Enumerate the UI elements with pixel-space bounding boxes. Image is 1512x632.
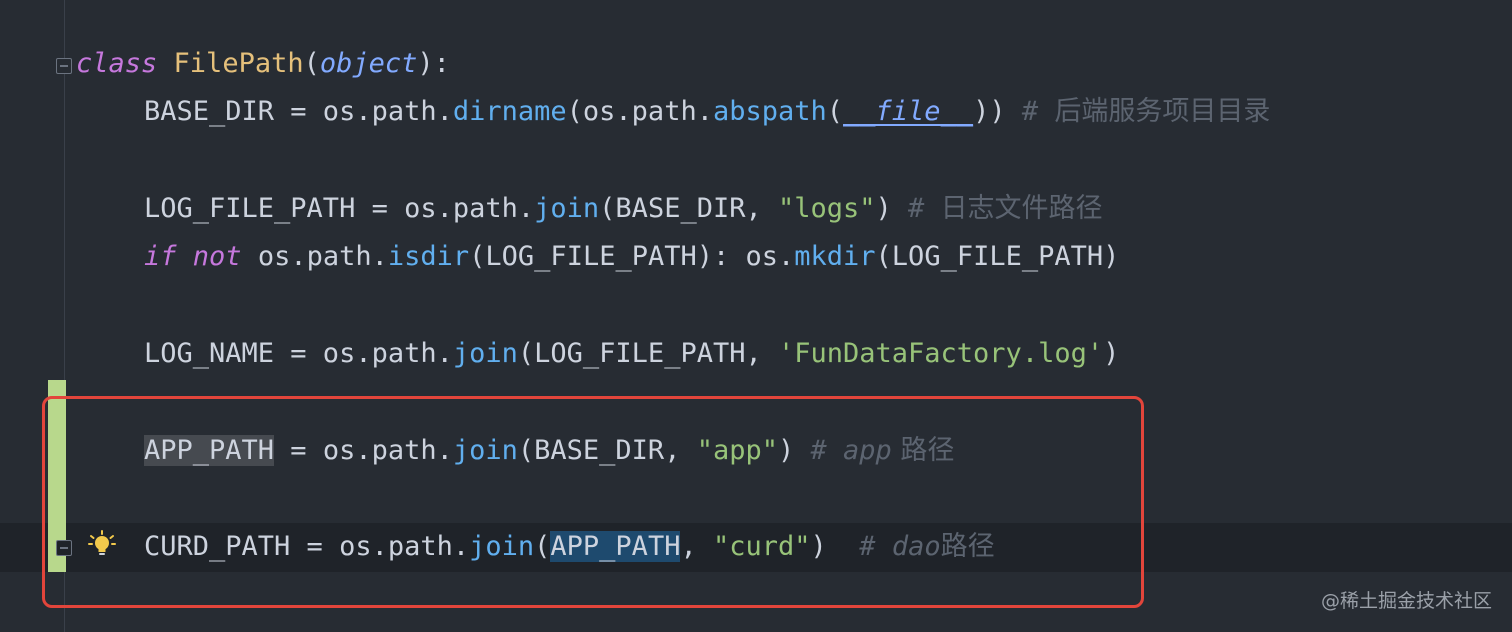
function-call: join: [534, 193, 600, 224]
code-text: (BASE_DIR,: [599, 193, 778, 224]
function-call: dirname: [452, 96, 567, 127]
code-line-class-def[interactable]: class FilePath(object):: [76, 40, 450, 88]
keyword-class: class: [76, 48, 158, 79]
code-text: BASE_DIR = os.path.: [144, 96, 453, 127]
function-call: join: [452, 338, 518, 369]
code-text: LOG_NAME = os.path.: [144, 338, 453, 369]
code-line-log-file-path[interactable]: LOG_FILE_PATH = os.path.join(BASE_DIR, "…: [144, 185, 1103, 233]
annotation-box: [42, 396, 1144, 608]
string-literal: "logs": [777, 193, 876, 224]
code-text: LOG_FILE_PATH = os.path.: [144, 193, 535, 224]
code-line-base-dir[interactable]: BASE_DIR = os.path.dirname(os.path.abspa…: [144, 88, 1270, 136]
code-text: os.path.: [241, 241, 388, 272]
code-text: ): [1103, 338, 1120, 369]
code-text: (LOG_FILE_PATH): [875, 241, 1120, 272]
function-call: abspath: [712, 96, 827, 127]
code-line-if-mkdir[interactable]: if not os.path.isdir(LOG_FILE_PATH): os.…: [144, 233, 1119, 281]
paren: (: [303, 48, 320, 79]
dunder-variable: __file__: [843, 96, 974, 127]
function-call: mkdir: [794, 241, 876, 272]
watermark: @稀土掘金技术社区: [1320, 590, 1492, 612]
string-literal: 'FunDataFactory.log': [777, 338, 1104, 369]
function-call: isdir: [387, 241, 470, 272]
class-name: FilePath: [173, 48, 304, 79]
comment-hash: #: [1021, 96, 1055, 127]
code-line-log-name[interactable]: LOG_NAME = os.path.join(LOG_FILE_PATH, '…: [144, 330, 1119, 378]
base-class: object: [319, 48, 418, 79]
comment-hash: #: [908, 193, 941, 224]
keyword-not: not: [192, 241, 242, 272]
code-text: )): [973, 96, 1022, 127]
comment: 后端服务项目目录: [1054, 96, 1271, 127]
keyword-if: if: [144, 241, 177, 272]
code-text: ): [875, 193, 909, 224]
fold-marker-icon[interactable]: [56, 58, 72, 74]
code-text: (LOG_FILE_PATH): os.: [469, 241, 795, 272]
code-text: (: [826, 96, 844, 127]
code-editor[interactable]: class FilePath(object): BASE_DIR = os.pa…: [0, 0, 1512, 632]
comment: 日志文件路径: [940, 193, 1103, 224]
paren-colon: ):: [417, 48, 450, 79]
code-text: (os.path.: [566, 96, 713, 127]
code-text: (LOG_FILE_PATH,: [517, 338, 778, 369]
